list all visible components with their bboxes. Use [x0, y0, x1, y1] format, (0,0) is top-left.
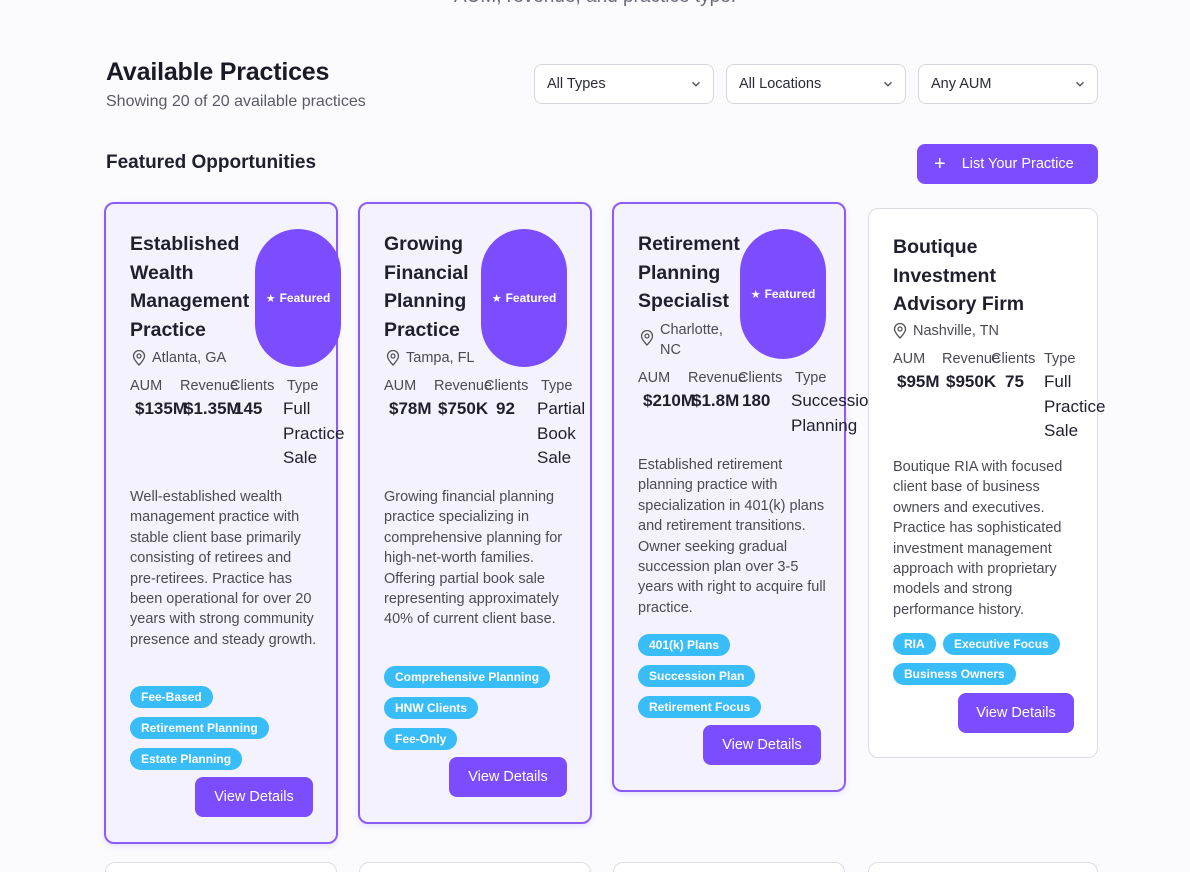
- revenue-value: $750K: [438, 399, 489, 418]
- tag: Business Owners: [893, 663, 1016, 685]
- aum-label: AUM: [130, 378, 163, 394]
- type-label: Type: [1044, 351, 1076, 367]
- aum-label: AUM: [384, 378, 417, 394]
- star-icon: ★: [265, 292, 276, 305]
- page-header: Available Practices Showing 20 of 20 ava…: [106, 58, 366, 111]
- featured-badge: ★ Featured: [740, 229, 826, 359]
- location-pin-icon: [386, 350, 400, 366]
- tag: Fee-Based: [130, 686, 213, 708]
- card-description: Growing financial planning practice spec…: [384, 489, 563, 628]
- aum-label: AUM: [638, 370, 671, 386]
- featured-badge: ★ Featured: [481, 229, 567, 367]
- view-details-button[interactable]: View Details: [449, 757, 567, 797]
- type-label: Type: [541, 378, 573, 394]
- type-value: Partial Book Sale: [537, 399, 586, 467]
- tag: Estate Planning: [130, 748, 243, 770]
- aum-value: $78M: [389, 399, 432, 418]
- location-text: Nashville, TN: [913, 323, 999, 339]
- practice-card: Growing Financial Planning Practice ★ Fea…: [358, 202, 592, 824]
- type-filter-value: All Types: [547, 76, 606, 92]
- type-filter-select[interactable]: All Types: [534, 64, 714, 104]
- chevron-down-icon: [1075, 81, 1085, 87]
- clients-label: Clients: [484, 378, 529, 394]
- card-description: Well-established wealth management pract…: [130, 489, 317, 648]
- star-icon: ★: [750, 288, 761, 301]
- list-practice-label: List Your Practice: [961, 156, 1074, 172]
- aum-value: $135M: [135, 399, 187, 418]
- location-pin-icon: [132, 350, 146, 366]
- tag: 401(k) Plans: [638, 634, 731, 656]
- clients-label: Clients: [991, 351, 1036, 367]
- list-practice-button[interactable]: + List Your Practice: [917, 144, 1098, 184]
- location-text: Atlanta, GA: [152, 350, 227, 366]
- location-text: Charlotte, NC: [660, 322, 723, 358]
- tag: HNW Clients: [384, 697, 478, 719]
- location-filter-select[interactable]: All Locations: [726, 64, 906, 104]
- chevron-down-icon: [883, 81, 893, 87]
- clients-value: 92: [496, 399, 515, 418]
- plus-icon: +: [934, 153, 946, 175]
- tag: Succession Plan: [638, 665, 756, 687]
- card-title: Boutique Investment Advisory Firm: [893, 236, 1025, 315]
- featured-badge: ★ Featured: [255, 229, 341, 367]
- location-filter-value: All Locations: [739, 76, 822, 92]
- tag: Retirement Focus: [638, 696, 762, 718]
- aum-label: AUM: [893, 351, 926, 367]
- location-pin-icon: [640, 330, 654, 346]
- card-location: Nashville, TN: [893, 321, 999, 341]
- type-label: Type: [795, 370, 827, 386]
- revenue-value: $1.8M: [692, 391, 740, 410]
- revenue-value: $950K: [946, 372, 997, 391]
- tag: Comprehensive Planning: [384, 666, 551, 688]
- aum-value: $210M: [643, 391, 695, 410]
- intro-subtitle: AUM, revenue, and practice type.: [0, 0, 1190, 8]
- tag: Retirement Planning: [130, 717, 269, 739]
- tag: Fee-Only: [384, 728, 458, 750]
- featured-badge-label: Featured: [505, 291, 557, 305]
- practice-card: Boutique Investment Advisory Firm Nashvi…: [868, 208, 1105, 758]
- type-label: Type: [287, 378, 319, 394]
- tag: Executive Focus: [943, 633, 1060, 655]
- card-title: Retirement Planning Specialist: [638, 233, 740, 312]
- clients-label: Clients: [738, 370, 783, 386]
- tag: RIA: [893, 633, 936, 655]
- card-location: Tampa, FL: [386, 348, 475, 368]
- revenue-value: $1.35M: [184, 399, 241, 418]
- featured-badge-label: Featured: [279, 291, 331, 305]
- practice-card: [359, 862, 591, 872]
- card-description: Established retirement planning practice…: [638, 457, 826, 616]
- practice-card: Retirement Planning Specialist ★ Featured…: [612, 202, 878, 792]
- clients-value: 180: [742, 391, 771, 410]
- page-title: Available Practices: [106, 58, 330, 86]
- clients-value: 145: [234, 399, 263, 418]
- location-text: Tampa, FL: [406, 350, 475, 366]
- card-location: Atlanta, GA: [132, 348, 226, 368]
- chevron-down-icon: [691, 81, 701, 87]
- view-details-button[interactable]: View Details: [703, 725, 821, 765]
- clients-value: 75: [1005, 372, 1024, 391]
- card-title: Established Wealth Management Practice: [130, 233, 250, 341]
- featured-badge-label: Featured: [764, 287, 816, 301]
- card-location: Charlotte, NC: [640, 320, 740, 360]
- practices-page: AUM, revenue, and practice type. Availab…: [0, 0, 1190, 872]
- practice-card: [105, 862, 337, 872]
- type-value: Full Practice Sale: [1044, 372, 1106, 440]
- aum-filter-value: Any AUM: [931, 76, 992, 92]
- practice-card: [613, 862, 845, 872]
- location-pin-icon: [893, 323, 907, 339]
- aum-filter-select[interactable]: Any AUM: [918, 64, 1098, 104]
- clients-label: Clients: [230, 378, 275, 394]
- practice-card: [868, 862, 1098, 872]
- card-title: Growing Financial Planning Practice: [384, 233, 469, 341]
- star-icon: ★: [491, 292, 502, 305]
- results-count: Showing 20 of 20 available practices: [106, 93, 366, 110]
- card-description: Boutique RIA with focused client base of…: [893, 459, 1063, 618]
- practice-card: Established Wealth Management Practice ★…: [104, 202, 344, 844]
- type-value: Full Practice Sale: [283, 399, 345, 467]
- featured-section-title: Featured Opportunities: [106, 152, 317, 173]
- view-details-button[interactable]: View Details: [958, 693, 1074, 733]
- view-details-button[interactable]: View Details: [195, 777, 313, 817]
- aum-value: $95M: [897, 372, 940, 391]
